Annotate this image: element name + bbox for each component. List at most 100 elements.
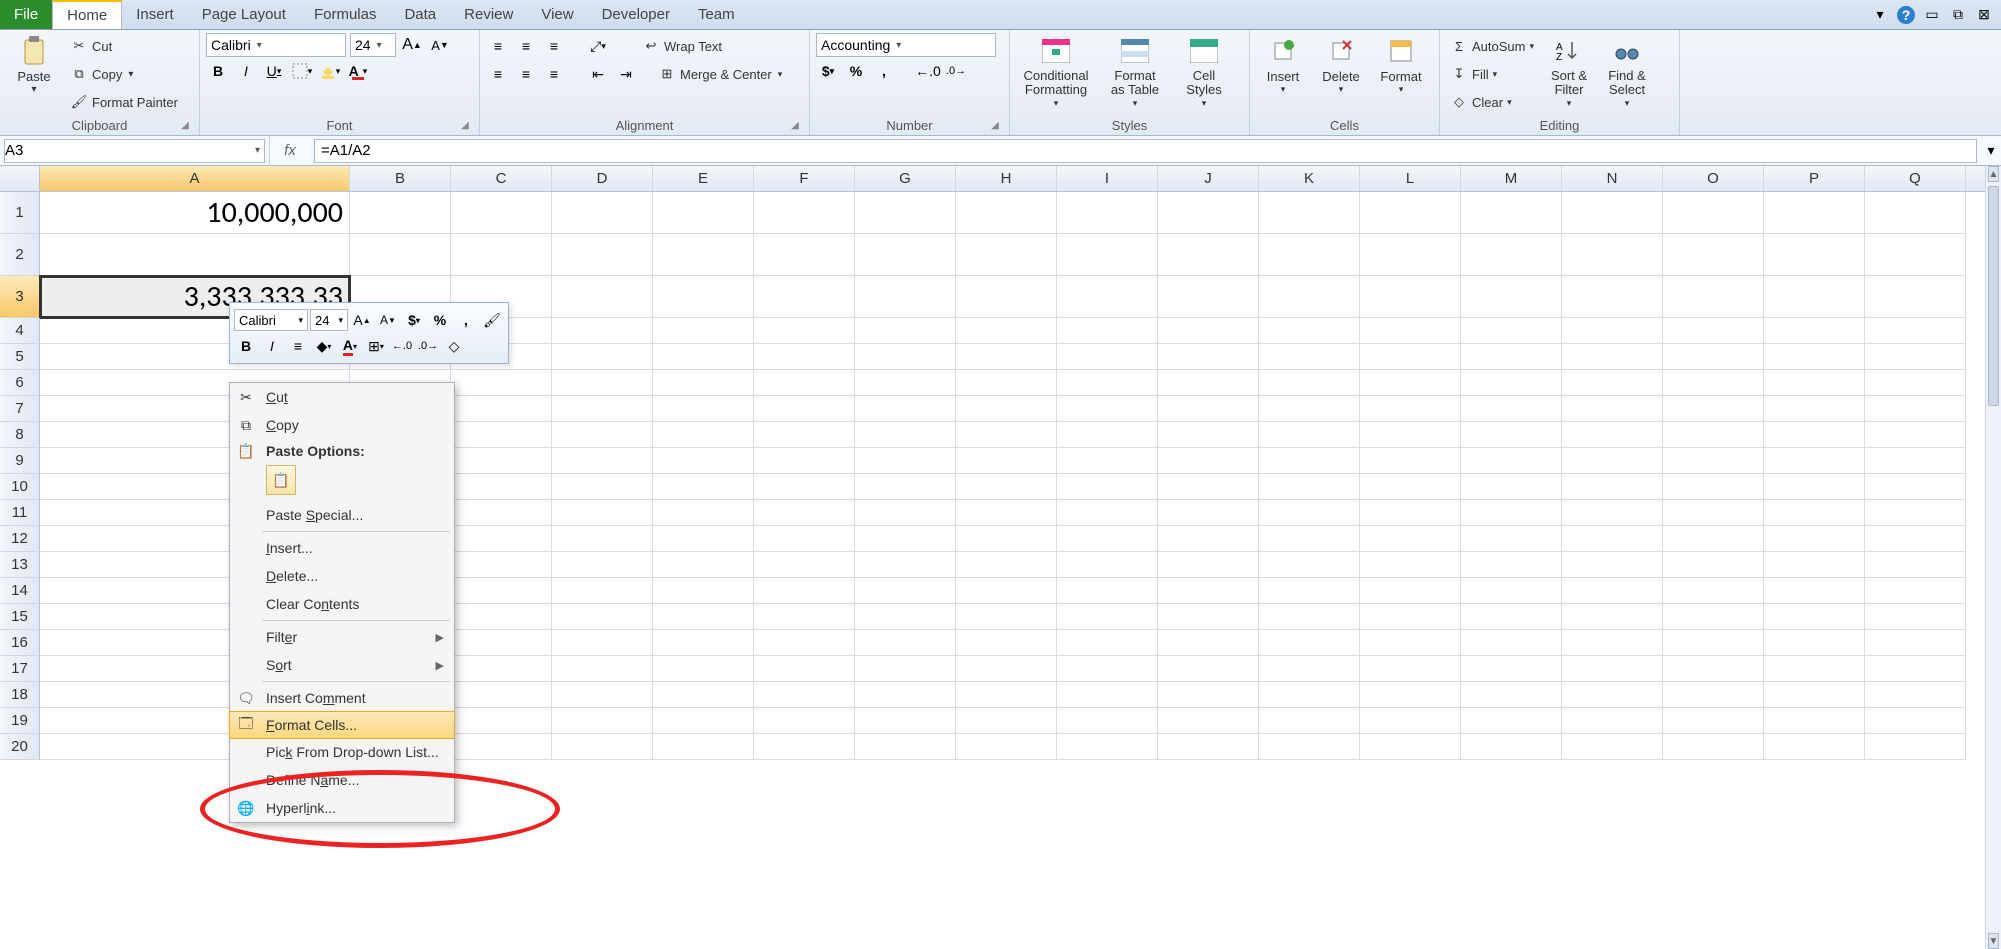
ctx-define-name[interactable]: Define Name... xyxy=(230,766,454,794)
cell-C15[interactable] xyxy=(451,604,552,630)
align-middle-button[interactable]: ≡ xyxy=(514,34,538,58)
cell-P18[interactable] xyxy=(1764,682,1865,708)
cell-J12[interactable] xyxy=(1158,526,1259,552)
col-header-L[interactable]: L xyxy=(1360,166,1461,191)
scroll-up-icon[interactable]: ▲ xyxy=(1988,166,1999,182)
cell-K17[interactable] xyxy=(1259,656,1360,682)
cell-D14[interactable] xyxy=(552,578,653,604)
cell-D8[interactable] xyxy=(552,422,653,448)
increase-indent-button[interactable]: ⇥ xyxy=(614,62,638,86)
cell-H3[interactable] xyxy=(956,276,1057,318)
col-header-M[interactable]: M xyxy=(1461,166,1562,191)
ctx-insert-comment[interactable]: 🗨Insert Comment xyxy=(230,684,454,712)
cell-L5[interactable] xyxy=(1360,344,1461,370)
cell-J19[interactable] xyxy=(1158,708,1259,734)
col-header-D[interactable]: D xyxy=(552,166,653,191)
cell-P20[interactable] xyxy=(1764,734,1865,760)
cell-Q20[interactable] xyxy=(1865,734,1966,760)
cell-C14[interactable] xyxy=(451,578,552,604)
cell-N5[interactable] xyxy=(1562,344,1663,370)
help-icon[interactable]: ? xyxy=(1897,6,1915,24)
cell-M11[interactable] xyxy=(1461,500,1562,526)
copy-button[interactable]: ⧉Copy▾ xyxy=(66,61,182,87)
cell-Q5[interactable] xyxy=(1865,344,1966,370)
cell-Q3[interactable] xyxy=(1865,276,1966,318)
cell-P11[interactable] xyxy=(1764,500,1865,526)
expand-formula-bar-icon[interactable]: ▾ xyxy=(1981,142,2001,159)
cell-G6[interactable] xyxy=(855,370,956,396)
row-header-19[interactable]: 19 xyxy=(0,708,40,734)
mini-comma[interactable]: , xyxy=(454,308,478,332)
tab-view[interactable]: View xyxy=(527,0,587,29)
cell-P12[interactable] xyxy=(1764,526,1865,552)
ctx-clear-contents[interactable]: Clear Contents xyxy=(230,590,454,618)
cell-L8[interactable] xyxy=(1360,422,1461,448)
cell-N2[interactable] xyxy=(1562,234,1663,276)
ctx-paste-special[interactable]: Paste Special... xyxy=(230,501,454,529)
cell-H20[interactable] xyxy=(956,734,1057,760)
cell-J6[interactable] xyxy=(1158,370,1259,396)
cell-C9[interactable] xyxy=(451,448,552,474)
cell-G16[interactable] xyxy=(855,630,956,656)
row-header-2[interactable]: 2 xyxy=(0,234,40,276)
row-header-9[interactable]: 9 xyxy=(0,448,40,474)
cell-K14[interactable] xyxy=(1259,578,1360,604)
bold-button[interactable]: B xyxy=(206,59,230,83)
cell-L9[interactable] xyxy=(1360,448,1461,474)
cell-K7[interactable] xyxy=(1259,396,1360,422)
tab-insert[interactable]: Insert xyxy=(122,0,188,29)
cell-H2[interactable] xyxy=(956,234,1057,276)
cell-N4[interactable] xyxy=(1562,318,1663,344)
row-header-7[interactable]: 7 xyxy=(0,396,40,422)
cell-I6[interactable] xyxy=(1057,370,1158,396)
cell-E13[interactable] xyxy=(653,552,754,578)
cell-N18[interactable] xyxy=(1562,682,1663,708)
cell-H18[interactable] xyxy=(956,682,1057,708)
cell-O4[interactable] xyxy=(1663,318,1764,344)
mini-dec-dec[interactable]: .0→ xyxy=(416,334,440,358)
cell-O10[interactable] xyxy=(1663,474,1764,500)
sort-filter-button[interactable]: AZSort & Filter▾ xyxy=(1542,33,1596,115)
cell-E19[interactable] xyxy=(653,708,754,734)
close-icon[interactable]: ⊠ xyxy=(1975,6,1993,24)
cell-N6[interactable] xyxy=(1562,370,1663,396)
autosum-button[interactable]: ΣAutoSum▾ xyxy=(1446,33,1538,59)
mini-italic[interactable]: I xyxy=(260,334,284,358)
cell-I8[interactable] xyxy=(1057,422,1158,448)
cell-I7[interactable] xyxy=(1057,396,1158,422)
cell-C11[interactable] xyxy=(451,500,552,526)
cell-M5[interactable] xyxy=(1461,344,1562,370)
cell-J15[interactable] xyxy=(1158,604,1259,630)
cell-M16[interactable] xyxy=(1461,630,1562,656)
cell-F17[interactable] xyxy=(754,656,855,682)
cell-I17[interactable] xyxy=(1057,656,1158,682)
cell-G1[interactable] xyxy=(855,192,956,234)
cell-Q19[interactable] xyxy=(1865,708,1966,734)
cell-J4[interactable] xyxy=(1158,318,1259,344)
cell-D1[interactable] xyxy=(552,192,653,234)
cell-I15[interactable] xyxy=(1057,604,1158,630)
cell-D2[interactable] xyxy=(552,234,653,276)
cell-P2[interactable] xyxy=(1764,234,1865,276)
col-header-N[interactable]: N xyxy=(1562,166,1663,191)
cell-E12[interactable] xyxy=(653,526,754,552)
cell-Q14[interactable] xyxy=(1865,578,1966,604)
mini-format-painter[interactable]: 🖌 xyxy=(480,308,504,332)
cell-N12[interactable] xyxy=(1562,526,1663,552)
cell-O12[interactable] xyxy=(1663,526,1764,552)
row-header-16[interactable]: 16 xyxy=(0,630,40,656)
cell-Q8[interactable] xyxy=(1865,422,1966,448)
grow-font-button[interactable]: A▲ xyxy=(400,33,424,57)
cell-O5[interactable] xyxy=(1663,344,1764,370)
cell-F5[interactable] xyxy=(754,344,855,370)
cell-I13[interactable] xyxy=(1057,552,1158,578)
cell-A2[interactable] xyxy=(40,234,350,276)
cell-E17[interactable] xyxy=(653,656,754,682)
cell-N3[interactable] xyxy=(1562,276,1663,318)
row-header-18[interactable]: 18 xyxy=(0,682,40,708)
cell-K5[interactable] xyxy=(1259,344,1360,370)
cell-F1[interactable] xyxy=(754,192,855,234)
cell-N15[interactable] xyxy=(1562,604,1663,630)
row-header-17[interactable]: 17 xyxy=(0,656,40,682)
cell-O19[interactable] xyxy=(1663,708,1764,734)
